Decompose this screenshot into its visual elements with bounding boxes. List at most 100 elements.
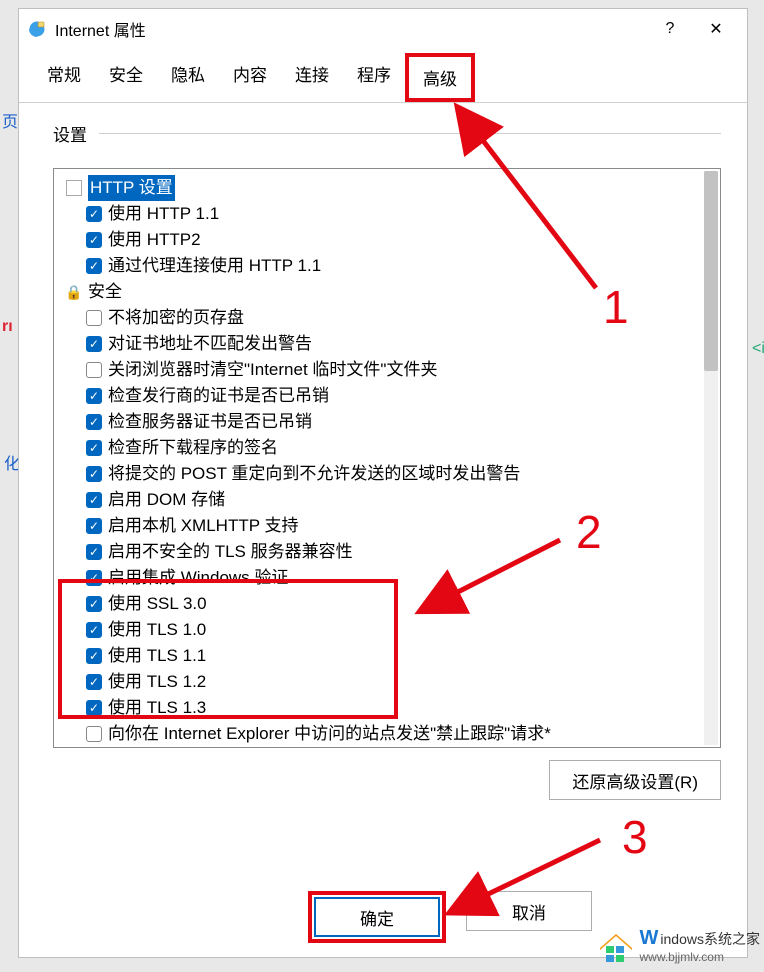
- tree-item-label: 启用不安全的 TLS 服务器兼容性: [108, 539, 353, 565]
- tree-item[interactable]: 通过代理连接使用 HTTP 1.1: [58, 253, 696, 279]
- checkbox[interactable]: [86, 258, 102, 274]
- watermark: Windows系统之家 www.bjjmlv.com: [596, 927, 760, 964]
- restore-defaults-label: 还原高级设置(R): [572, 768, 698, 793]
- tab-general[interactable]: 常规: [33, 53, 95, 102]
- tab-privacy[interactable]: 隐私: [157, 53, 219, 102]
- tab-content[interactable]: 内容: [219, 53, 281, 102]
- settings-section-label: 设置: [53, 121, 721, 146]
- section-divider: [99, 133, 721, 134]
- tab-content-area: 设置 HTTP 设置使用 HTTP 1.1使用 HTTP2通过代理连接使用 HT…: [19, 103, 747, 889]
- checkbox[interactable]: [86, 622, 102, 638]
- internet-options-icon: [27, 19, 47, 39]
- tree-item[interactable]: 不将加密的页存盘: [58, 305, 696, 331]
- tree-item-label: 使用 TLS 1.1: [108, 643, 206, 669]
- tree-item-label: 使用 TLS 1.0: [108, 617, 206, 643]
- tree-item[interactable]: 检查发行商的证书是否已吊销: [58, 383, 696, 409]
- tab-strip: 常规 安全 隐私 内容 连接 程序 高级: [19, 49, 747, 103]
- checkbox[interactable]: [86, 726, 102, 742]
- tree-item[interactable]: 向你在 Internet Explorer 中访问的站点发送"禁止跟踪"请求*: [58, 721, 696, 747]
- checkbox[interactable]: [86, 310, 102, 326]
- tree-item-label: 使用 HTTP 1.1: [108, 201, 219, 227]
- checkbox[interactable]: [86, 648, 102, 664]
- watermark-w: W: [640, 927, 659, 949]
- checkbox[interactable]: [86, 336, 102, 352]
- checkbox[interactable]: [86, 570, 102, 586]
- tree-item-label: 通过代理连接使用 HTTP 1.1: [108, 253, 321, 279]
- restore-defaults-button[interactable]: 还原高级设置(R): [549, 760, 721, 800]
- checkbox[interactable]: [86, 596, 102, 612]
- checkbox[interactable]: [86, 206, 102, 222]
- watermark-text: Windows系统之家 www.bjjmlv.com: [640, 927, 760, 964]
- bg-text: rı: [2, 318, 13, 336]
- tree-item[interactable]: 使用 HTTP2: [58, 227, 696, 253]
- checkbox[interactable]: [86, 518, 102, 534]
- checkbox[interactable]: [86, 440, 102, 456]
- cancel-button[interactable]: 取消: [466, 891, 592, 931]
- settings-listbox[interactable]: HTTP 设置使用 HTTP 1.1使用 HTTP2通过代理连接使用 HTTP …: [53, 168, 721, 748]
- tree-item-label: 对证书地址不匹配发出警告: [108, 331, 312, 357]
- tree-item[interactable]: 使用 TLS 1.0: [58, 617, 696, 643]
- tab-security[interactable]: 安全: [95, 53, 157, 102]
- checkbox[interactable]: [86, 232, 102, 248]
- lock-icon: 🔒: [66, 284, 82, 300]
- tree-item[interactable]: 对证书地址不匹配发出警告: [58, 331, 696, 357]
- tree-item[interactable]: 使用 TLS 1.2: [58, 669, 696, 695]
- checkbox[interactable]: [86, 466, 102, 482]
- tab-connections[interactable]: 连接: [281, 53, 343, 102]
- tree-item[interactable]: 启用集成 Windows 验证: [58, 565, 696, 591]
- checkbox[interactable]: [86, 700, 102, 716]
- tree-item-label: 启用本机 XMLHTTP 支持: [108, 513, 298, 539]
- tree-group-label: HTTP 设置: [88, 175, 175, 201]
- checkbox[interactable]: [86, 674, 102, 690]
- tree-item[interactable]: 检查所下载程序的签名: [58, 435, 696, 461]
- tree-group-label: 安全: [88, 279, 122, 305]
- scrollbar-thumb[interactable]: [704, 171, 718, 371]
- watermark-logo-icon: [596, 928, 636, 964]
- settings-label-text: 设置: [53, 121, 87, 146]
- tree-item-label: 启用 DOM 存储: [108, 487, 225, 513]
- tree-item-label: 检查所下载程序的签名: [108, 435, 278, 461]
- tree-item[interactable]: 使用 TLS 1.3: [58, 695, 696, 721]
- tree-item-label: 关闭浏览器时清空"Internet 临时文件"文件夹: [108, 357, 437, 383]
- tree-group[interactable]: 🔒 安全: [58, 279, 696, 305]
- tree-item-label: 向你在 Internet Explorer 中访问的站点发送"禁止跟踪"请求*: [108, 721, 551, 747]
- tree-group[interactable]: HTTP 设置: [58, 175, 696, 201]
- restore-row: 还原高级设置(R): [53, 760, 721, 800]
- ok-label: 确定: [360, 905, 394, 930]
- tree-item[interactable]: 将提交的 POST 重定向到不允许发送的区域时发出警告: [58, 461, 696, 487]
- tree-item[interactable]: 使用 HTTP 1.1: [58, 201, 696, 227]
- tree-item[interactable]: 关闭浏览器时清空"Internet 临时文件"文件夹: [58, 357, 696, 383]
- checkbox[interactable]: [86, 414, 102, 430]
- checkbox[interactable]: [86, 362, 102, 378]
- tree-item-label: 使用 TLS 1.3: [108, 695, 206, 721]
- tree-item-label: 使用 TLS 1.2: [108, 669, 206, 695]
- watermark-url: www.bjjmlv.com: [640, 950, 760, 964]
- annotation-highlight-3: 确定: [308, 891, 446, 943]
- annotation-number-1: 1: [603, 280, 629, 334]
- help-button[interactable]: ?: [647, 13, 693, 45]
- ok-button[interactable]: 确定: [314, 897, 440, 937]
- tree-item[interactable]: 使用 SSL 3.0: [58, 591, 696, 617]
- watermark-rest: indows: [660, 931, 704, 947]
- page-icon: [66, 180, 82, 196]
- tree-item-label: 使用 SSL 3.0: [108, 591, 207, 617]
- tree-item-label: 检查服务器证书是否已吊销: [108, 409, 312, 435]
- tree-item-label: 检查发行商的证书是否已吊销: [108, 383, 329, 409]
- annotation-number-3: 3: [622, 810, 648, 864]
- tab-programs[interactable]: 程序: [343, 53, 405, 102]
- tree-item-label: 使用 HTTP2: [108, 227, 201, 253]
- titlebar: Internet 属性 ? ✕: [19, 9, 747, 49]
- checkbox[interactable]: [86, 388, 102, 404]
- tree-item[interactable]: 使用 TLS 1.1: [58, 643, 696, 669]
- tab-advanced[interactable]: 高级: [405, 53, 475, 102]
- tree-item[interactable]: 检查服务器证书是否已吊销: [58, 409, 696, 435]
- tree-item-label: 将提交的 POST 重定向到不允许发送的区域时发出警告: [108, 461, 520, 487]
- checkbox[interactable]: [86, 492, 102, 508]
- cancel-label: 取消: [512, 899, 546, 924]
- bg-text: <i: [752, 340, 764, 358]
- scrollbar[interactable]: [704, 171, 718, 745]
- bg-text: 页: [2, 108, 18, 132]
- checkbox[interactable]: [86, 544, 102, 560]
- annotation-number-2: 2: [576, 505, 602, 559]
- close-button[interactable]: ✕: [693, 13, 739, 45]
